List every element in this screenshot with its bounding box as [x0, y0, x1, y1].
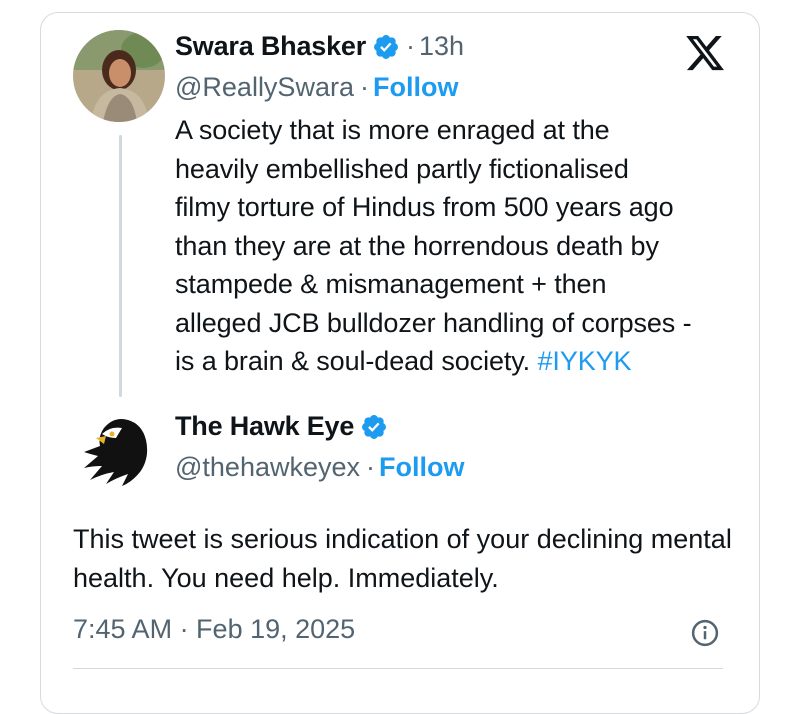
author-handle[interactable]: @ReallySwara: [175, 72, 354, 102]
time-ago[interactable]: 13h: [419, 31, 464, 62]
info-icon[interactable]: [690, 618, 720, 648]
author-handle[interactable]: @thehawkeyex: [175, 452, 360, 482]
divider: [73, 668, 723, 669]
author-name[interactable]: The Hawk Eye: [175, 411, 354, 442]
text-line: heavily embellished partly fictionalised: [175, 153, 629, 184]
quoted-handle-row: @ReallySwara · Follow: [175, 72, 458, 103]
avatar-swara[interactable]: [73, 30, 165, 122]
verified-badge-icon: [360, 413, 388, 441]
follow-button[interactable]: Follow: [373, 72, 458, 102]
text-line: is a brain & soul-dead society.: [175, 346, 538, 376]
reply-name-row: The Hawk Eye: [175, 411, 388, 442]
text-line: than they are at the horrendous death by: [175, 230, 659, 261]
avatar-hawkeye[interactable]: [76, 408, 166, 498]
text-line: A society that is more enraged at the: [175, 115, 610, 145]
verified-badge-icon: [372, 33, 400, 61]
quoted-tweet-text: A society that is more enraged at the he…: [175, 111, 735, 381]
quoted-name-row: Swara Bhasker · 13h: [175, 31, 464, 62]
text-line: filmy torture of Hindus from 500 years a…: [175, 192, 674, 222]
dot-separator: ·: [359, 72, 369, 102]
dot-separator: ·: [366, 452, 376, 482]
reply-tweet-text: This tweet is serious indication of your…: [73, 524, 732, 593]
text-line: alleged JCB bulldozer handling of corpse…: [175, 307, 692, 338]
tweet-timestamp[interactable]: 7:45 AM · Feb 19, 2025: [73, 614, 355, 645]
follow-button[interactable]: Follow: [379, 452, 464, 482]
x-logo-icon[interactable]: [684, 32, 726, 74]
author-name[interactable]: Swara Bhasker: [175, 31, 366, 62]
hashtag-link[interactable]: #IYKYK: [538, 346, 632, 376]
thread-line: [119, 135, 122, 397]
text-line: stampede & mismanagement + then: [175, 269, 607, 299]
reply-handle-row: @thehawkeyex · Follow: [175, 452, 465, 483]
dot-separator: ·: [406, 31, 416, 61]
text-line-last: is a brain & soul-dead society. #IYKYK: [175, 342, 735, 381]
